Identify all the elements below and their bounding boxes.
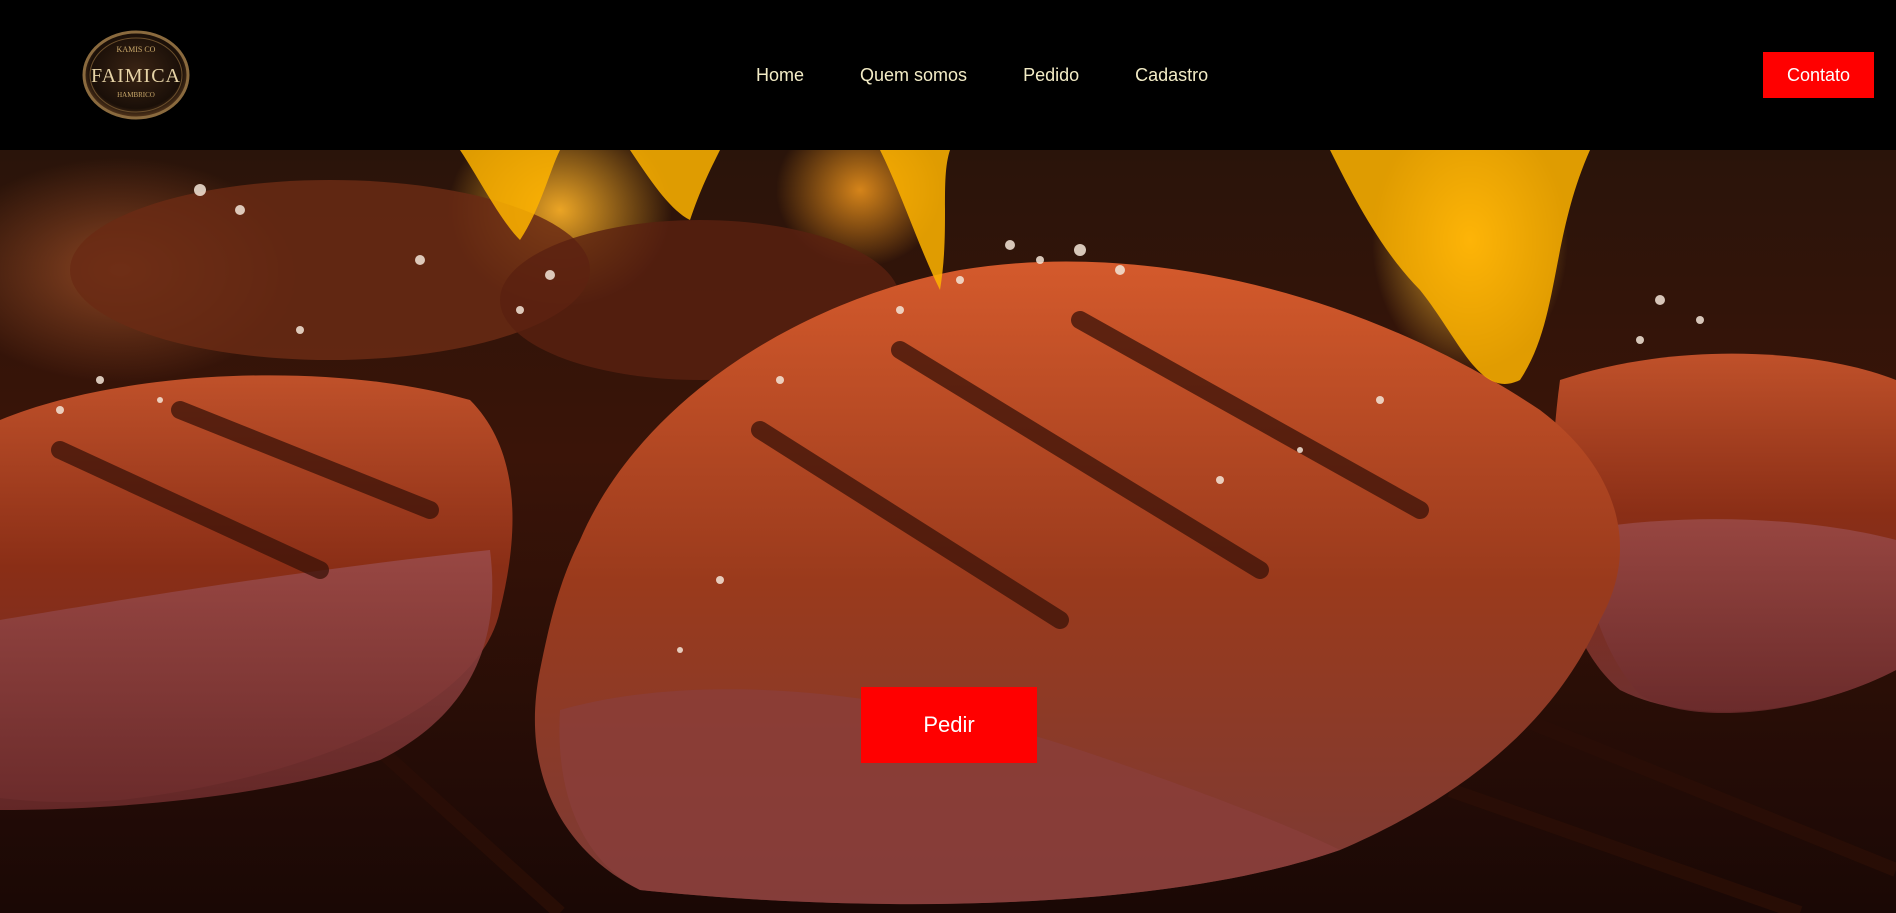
nav-item-cadastro[interactable]: Cadastro [1135, 64, 1208, 86]
nav-item-home[interactable]: Home [756, 64, 804, 86]
logo-main-text: FAIMICA [91, 65, 181, 87]
hero-banner: Pedir [0, 150, 1896, 913]
logo-bottom-text: HAMBRICO [117, 91, 155, 99]
grilled-steak-image [0, 150, 1896, 913]
nav-item-pedido[interactable]: Pedido [1023, 64, 1079, 86]
brand-logo[interactable]: KAMIS CO FAIMICA HAMBRICO [80, 30, 193, 121]
contact-button[interactable]: Contato [1763, 52, 1874, 98]
site-header: KAMIS CO FAIMICA HAMBRICO Home Quem somo… [0, 0, 1896, 150]
main-nav: Home Quem somos Pedido Cadastro [756, 64, 1208, 86]
order-button[interactable]: Pedir [861, 687, 1037, 763]
logo-top-text: KAMIS CO [117, 45, 156, 54]
nav-item-quem-somos[interactable]: Quem somos [860, 64, 967, 86]
logo-emblem-icon: KAMIS CO FAIMICA HAMBRICO [82, 30, 190, 120]
